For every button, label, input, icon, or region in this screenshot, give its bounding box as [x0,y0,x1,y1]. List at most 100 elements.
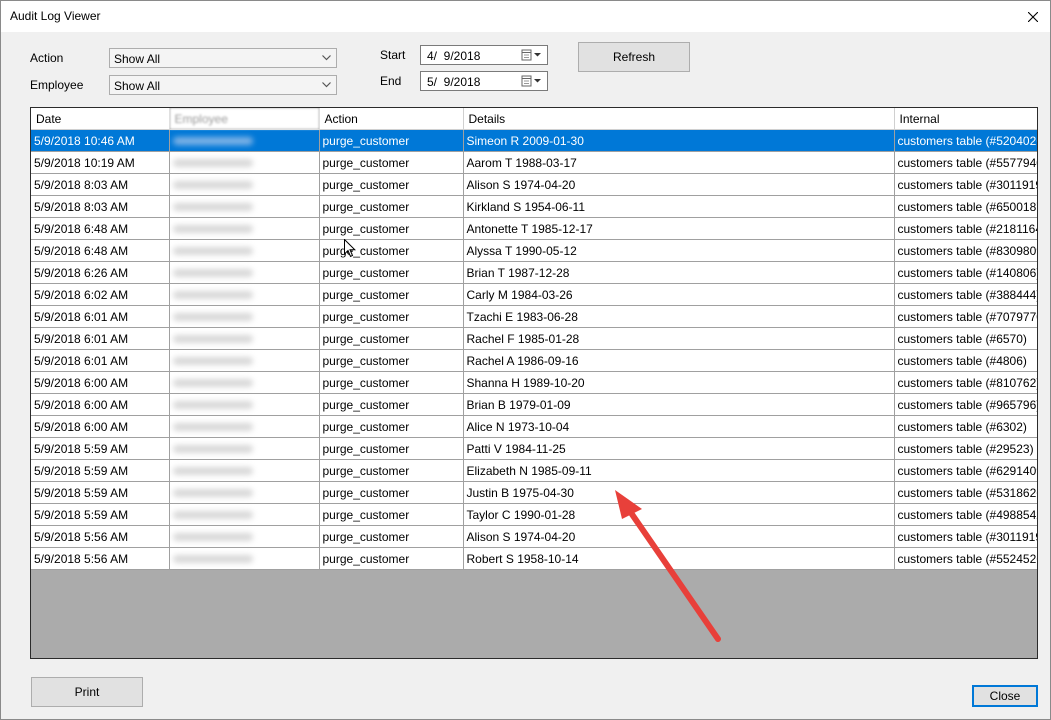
cell-internal: customers table (#3011919) [894,525,1037,548]
table-row[interactable]: 5/9/2018 6:01 AM purge_customer Tzachi E 1… [31,305,1037,328]
close-icon [1028,11,1038,22]
table-row[interactable]: 5/9/2018 6:48 AM purge_customer Antonette … [31,217,1037,240]
cell-action: purge_customer [319,525,464,548]
employee-filter-dropdown[interactable]: Show All [109,75,337,95]
window-close-button[interactable] [1016,1,1050,32]
table-row[interactable]: 5/9/2018 6:00 AM purge_customer Shanna H 1… [31,371,1037,394]
table-row[interactable]: 5/9/2018 6:01 AM purge_customer Rachel A 1… [31,349,1037,372]
cell-internal: customers table (#140806) [894,261,1037,284]
cell-action: purge_customer [319,173,464,196]
end-date-label: End [380,74,402,88]
cell-details: Alyssa T 1990-05-12 [463,239,895,262]
cell-details: Elizabeth N 1985-09-11 [463,459,895,482]
cell-details: Alison S 1974-04-20 [463,173,895,196]
cell-date: 5/9/2018 5:59 AM [31,503,170,526]
cell-date: 5/9/2018 8:03 AM [31,195,170,218]
calendar-icon[interactable] [521,49,543,61]
table-row[interactable]: 5/9/2018 6:26 AM purge_customer Brian T 19… [31,261,1037,284]
table-row[interactable]: 5/9/2018 8:03 AM purge_customer Alison S 1… [31,173,1037,196]
cell-action: purge_customer [319,261,464,284]
refresh-button[interactable]: Refresh [578,42,690,72]
redacted-employee-name [172,356,253,365]
cell-action: purge_customer [319,547,464,570]
cell-employee [169,503,320,526]
cell-details: Taylor C 1990-01-28 [463,503,895,526]
audit-log-window: Audit Log Viewer Action Show All Employe… [0,0,1051,720]
table-row[interactable]: 5/9/2018 10:46 AM purge_customer Simeon R … [31,129,1037,152]
cell-employee [169,371,320,394]
end-date-picker[interactable]: 5/ 9/2018 [420,71,548,91]
cell-employee [169,393,320,416]
close-button[interactable]: Close [972,685,1038,707]
table-row[interactable]: 5/9/2018 6:00 AM purge_customer Alice N 19… [31,415,1037,438]
redacted-employee-name [172,532,253,541]
table-row[interactable]: 5/9/2018 6:02 AM purge_customer Carly M 19… [31,283,1037,306]
employee-filter-value: Show All [114,79,161,93]
cell-details: Shanna H 1989-10-20 [463,371,895,394]
cell-date: 5/9/2018 6:26 AM [31,261,170,284]
redacted-employee-name [172,224,253,233]
table-row[interactable]: 5/9/2018 5:56 AM purge_customer Robert S 1… [31,547,1037,570]
table-row[interactable]: 5/9/2018 6:00 AM purge_customer Brian B 19… [31,393,1037,416]
cell-details: Justin B 1975-04-30 [463,481,895,504]
column-header-employee[interactable]: Employee [169,108,320,130]
audit-log-grid[interactable]: Date Employee Action Details Internal 5/… [30,107,1038,659]
cell-internal: customers table (#5204026) [894,129,1037,152]
redacted-employee-name [172,136,253,145]
cell-employee [169,195,320,218]
cell-details: Kirkland S 1954-06-11 [463,195,895,218]
cell-date: 5/9/2018 6:48 AM [31,217,170,240]
redacted-employee-name [172,180,253,189]
cell-employee [169,305,320,328]
cell-action: purge_customer [319,283,464,306]
cell-details: Brian T 1987-12-28 [463,261,895,284]
cell-employee [169,261,320,284]
column-header-action[interactable]: Action [319,108,464,130]
column-header-details[interactable]: Details [463,108,895,130]
table-row[interactable]: 5/9/2018 6:48 AM purge_customer Alyssa T 1… [31,239,1037,262]
cell-employee [169,217,320,240]
cell-internal: customers table (#388444) [894,283,1037,306]
action-filter-dropdown[interactable]: Show All [109,48,337,68]
redacted-employee-name [172,444,253,453]
cell-action: purge_customer [319,349,464,372]
print-button[interactable]: Print [31,677,143,707]
redacted-employee-name [172,158,253,167]
cell-employee [169,239,320,262]
table-row[interactable]: 5/9/2018 5:59 AM purge_customer Justin B 1… [31,481,1037,504]
cell-action: purge_customer [319,459,464,482]
cell-date: 5/9/2018 10:19 AM [31,151,170,174]
redacted-employee-name [172,202,253,211]
table-row[interactable]: 5/9/2018 10:19 AM purge_customer Aarom T 1… [31,151,1037,174]
cell-internal: customers table (#5524526) [894,547,1037,570]
redacted-employee-name [172,246,253,255]
cell-date: 5/9/2018 5:56 AM [31,525,170,548]
cell-details: Aarom T 1988-03-17 [463,151,895,174]
table-row[interactable]: 5/9/2018 5:59 AM purge_customer Elizabeth … [31,459,1037,482]
column-header-date[interactable]: Date [31,108,170,130]
table-row[interactable]: 5/9/2018 5:59 AM purge_customer Patti V 19… [31,437,1037,460]
cell-internal: customers table (#3011919) [894,173,1037,196]
calendar-icon[interactable] [521,75,543,87]
chevron-down-icon [322,82,331,88]
cell-details: Rachel A 1986-09-16 [463,349,895,372]
table-row[interactable]: 5/9/2018 5:59 AM purge_customer Taylor C 1… [31,503,1037,526]
table-row[interactable]: 5/9/2018 5:56 AM purge_customer Alison S 1… [31,525,1037,548]
cell-internal: customers table (#6570) [894,327,1037,350]
cell-details: Tzachi E 1983-06-28 [463,305,895,328]
start-date-value: 4/ 9/2018 [427,49,481,63]
table-row[interactable]: 5/9/2018 8:03 AM purge_customer Kirkland S… [31,195,1037,218]
cell-internal: customers table (#6500187) [894,195,1037,218]
action-filter-value: Show All [114,52,161,66]
cell-internal: customers table (#4988542) [894,503,1037,526]
cell-action: purge_customer [319,217,464,240]
table-row[interactable]: 5/9/2018 6:01 AM purge_customer Rachel F 1… [31,327,1037,350]
cell-internal: customers table (#2181164) [894,217,1037,240]
column-header-internal[interactable]: Internal [894,108,1037,130]
cell-date: 5/9/2018 6:01 AM [31,327,170,350]
cell-action: purge_customer [319,503,464,526]
start-date-picker[interactable]: 4/ 9/2018 [420,45,548,65]
cell-internal: customers table (#5318626) [894,481,1037,504]
cell-action: purge_customer [319,327,464,350]
title-bar: Audit Log Viewer [1,1,1050,32]
